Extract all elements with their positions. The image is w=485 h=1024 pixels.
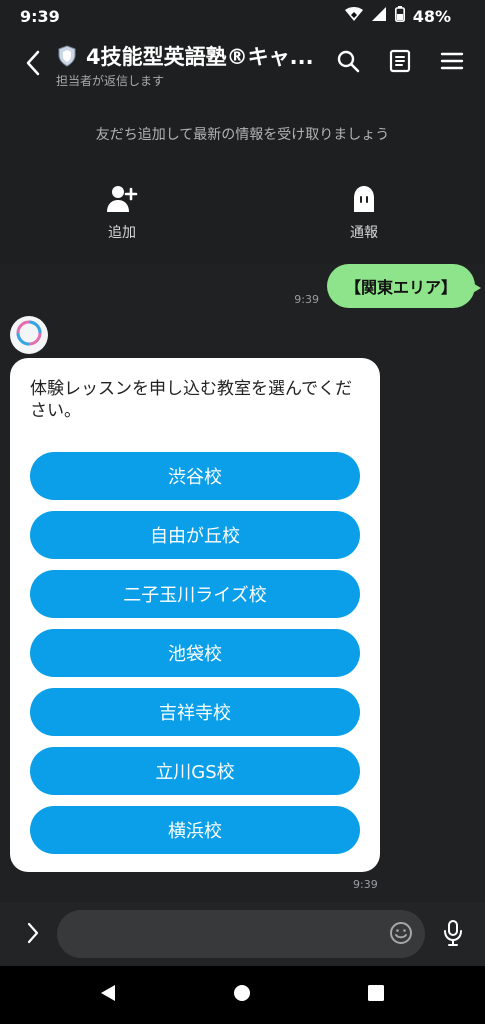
chat-title: 4技能型英語塾®キャ... xyxy=(86,45,314,69)
shield-icon xyxy=(56,45,78,67)
option-kichijoji-button[interactable]: 吉祥寺校 xyxy=(30,688,360,736)
home-circle-icon xyxy=(232,983,252,1007)
smile-icon xyxy=(389,921,413,949)
menu-button[interactable] xyxy=(439,50,465,76)
wifi-icon xyxy=(344,6,363,26)
status-time: 9:39 xyxy=(20,7,60,26)
nav-recent-button[interactable] xyxy=(361,980,391,1010)
add-friend-button[interactable]: 追加 xyxy=(82,184,162,242)
option-shibuya-button[interactable]: 渋谷校 xyxy=(30,452,360,500)
chat-header: 4技能型英語塾®キャ... 担当者が返信します xyxy=(0,32,485,98)
search-button[interactable] xyxy=(335,50,361,76)
card-prompt: 体験レッスンを申し込む教室を選んでください。 xyxy=(30,379,353,421)
triangle-back-icon xyxy=(99,983,117,1007)
report-label: 通報 xyxy=(350,225,378,241)
outgoing-message: 9:39 【関東エリア】 xyxy=(294,264,482,308)
microphone-icon xyxy=(442,919,464,951)
system-navigation-bar xyxy=(0,966,485,1024)
nav-home-button[interactable] xyxy=(227,980,257,1010)
add-label: 追加 xyxy=(108,225,136,241)
report-button[interactable]: 通報 xyxy=(324,184,404,242)
search-icon xyxy=(336,49,360,77)
note-icon xyxy=(389,49,411,77)
emoji-button[interactable] xyxy=(388,922,414,948)
chevron-right-icon xyxy=(26,922,40,948)
menu-icon xyxy=(440,51,464,75)
lesson-choice-card: 体験レッスンを申し込む教室を選んでください。 渋谷校 自由が丘校 二子玉川ライズ… xyxy=(10,358,380,872)
recent-square-icon xyxy=(367,984,385,1006)
chat-title-group[interactable]: 4技能型英語塾®キャ... 担当者が返信します xyxy=(56,41,326,89)
nav-back-button[interactable] xyxy=(93,980,123,1010)
signal-icon xyxy=(371,6,387,26)
option-tachikawa-button[interactable]: 立川GS校 xyxy=(30,747,360,795)
message-input-bar xyxy=(0,902,485,966)
mic-button[interactable] xyxy=(438,920,468,950)
avatar-logo-icon xyxy=(15,319,43,351)
chevron-left-icon xyxy=(24,50,42,80)
friend-notice: 友だち追加して最新の情報を受け取りましょう 追加 通報 xyxy=(0,98,485,264)
chat-subtitle: 担当者が返信します xyxy=(56,74,165,88)
outgoing-message-bubble[interactable]: 【関東エリア】 xyxy=(326,264,482,308)
notes-button[interactable] xyxy=(387,49,413,77)
battery-percent: 48% xyxy=(412,6,451,26)
incoming-message-time: 9:39 xyxy=(353,878,378,891)
option-yokohama-button[interactable]: 横浜校 xyxy=(30,806,360,854)
notice-text: 友だち追加して最新の情報を受け取りましょう xyxy=(95,127,390,143)
battery-icon xyxy=(394,6,405,26)
status-icons: 48% xyxy=(344,6,451,26)
expand-button[interactable] xyxy=(20,922,46,948)
status-bar: 9:39 48% xyxy=(0,0,485,32)
option-futakotamagawa-button[interactable]: 二子玉川ライズ校 xyxy=(30,570,360,618)
chat-area[interactable]: 9:39 【関東エリア】 体験レッスンを申し込む教室を選んでください。 渋谷校 … xyxy=(0,264,485,902)
add-user-icon xyxy=(82,184,162,214)
report-icon xyxy=(324,184,404,214)
message-input[interactable] xyxy=(57,910,425,958)
outgoing-message-time: 9:39 xyxy=(294,293,319,306)
option-ikebukuro-button[interactable]: 池袋校 xyxy=(30,629,360,677)
back-button[interactable] xyxy=(16,48,50,82)
option-jiyugaoka-button[interactable]: 自由が丘校 xyxy=(30,511,360,559)
bot-avatar[interactable] xyxy=(10,316,48,354)
header-actions xyxy=(335,49,465,77)
